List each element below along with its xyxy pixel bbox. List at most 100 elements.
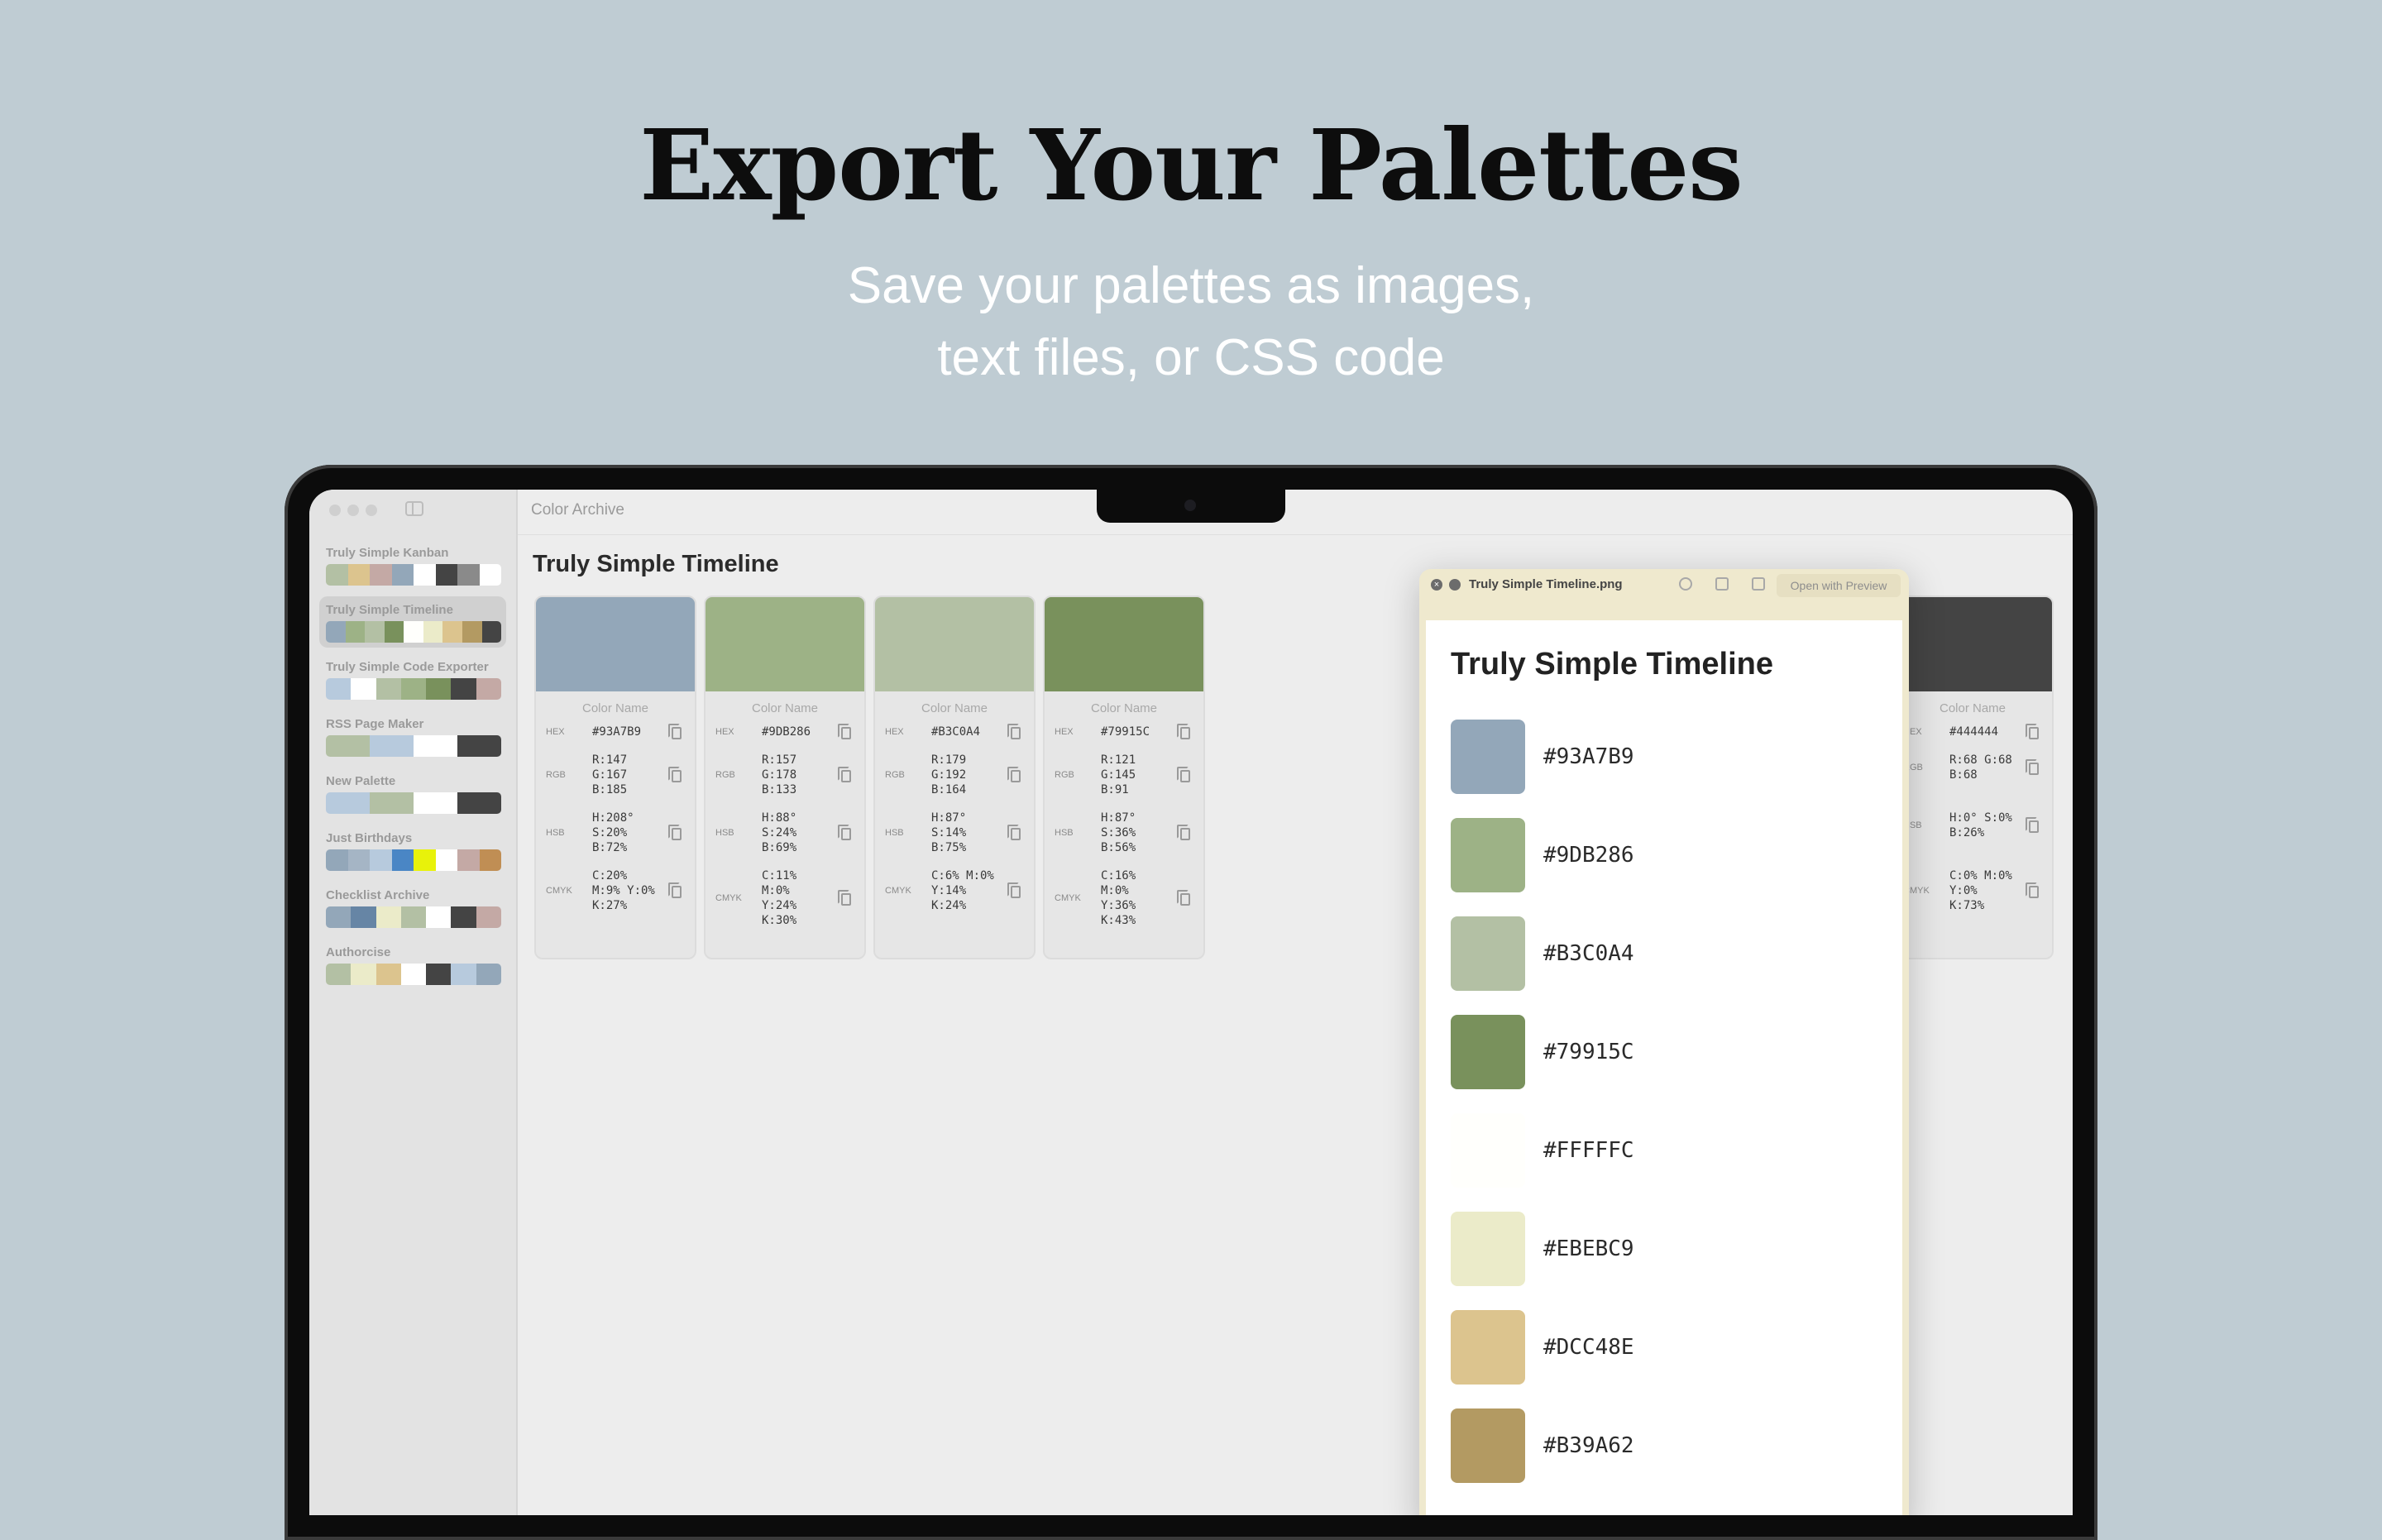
sidebar-palette-label: Authorcise [326, 945, 391, 959]
rgb-label: RGB [885, 770, 905, 780]
color-swatch[interactable] [1893, 597, 2052, 691]
copy-hsb-icon[interactable] [2026, 817, 2039, 833]
copy-rgb-icon[interactable] [838, 767, 851, 782]
color-name-field[interactable]: Color Name [1893, 701, 2052, 715]
toolbar-divider [518, 534, 2073, 535]
sidebar-palette-label: Truly Simple Kanban [326, 546, 449, 560]
copy-cmyk-icon[interactable] [668, 882, 682, 898]
sidebar-swatch [442, 621, 462, 643]
copy-hex-icon[interactable] [668, 724, 682, 739]
copy-rgb-icon[interactable] [2026, 759, 2039, 775]
rgb-value: R:179 G:192 B:164 [931, 753, 967, 796]
hsb-value: H:87° S:14% B:75% [931, 811, 967, 854]
fullscreen-icon[interactable] [1449, 579, 1461, 591]
sidebar-swatch [462, 621, 482, 643]
copy-hex-icon[interactable] [838, 724, 851, 739]
copy-cmyk-icon[interactable] [1177, 890, 1190, 906]
exported-hex-label: #B39A62 [1543, 1433, 1634, 1458]
sidebar-swatch [370, 564, 392, 586]
exported-swatch [1451, 1113, 1525, 1188]
minimize-window-button[interactable] [347, 505, 359, 516]
copy-cmyk-icon[interactable] [1007, 882, 1021, 898]
sidebar-palette-item[interactable]: Authorcise [319, 939, 506, 990]
rgb-value: R:147 G:167 B:185 [592, 753, 628, 796]
copy-hex-icon[interactable] [1177, 724, 1190, 739]
copy-cmyk-icon[interactable] [838, 890, 851, 906]
color-swatch[interactable] [1045, 597, 1203, 691]
hsb-value: H:0° S:0% B:26% [1949, 811, 2012, 839]
cmyk-label: CMYK [715, 893, 742, 903]
markup-icon[interactable] [1679, 577, 1692, 591]
sidebar-palette-item[interactable]: New Palette [319, 768, 506, 819]
close-icon[interactable]: × [1431, 579, 1442, 591]
color-swatch[interactable] [536, 597, 695, 691]
hex-label: HEX [1055, 727, 1074, 737]
hsb-label: HSB [1055, 828, 1074, 838]
copy-rgb-icon[interactable] [668, 767, 682, 782]
sidebar-swatch [414, 792, 457, 814]
sidebar-palette-swatches [326, 849, 501, 871]
color-card[interactable]: Color Name HEX #B3C0A4 RGB R:179 G:192 B:164… [873, 595, 1036, 959]
zoom-window-button[interactable] [366, 505, 377, 516]
exported-swatch-row: #FFFFFC [1451, 1113, 1881, 1188]
copy-hsb-icon[interactable] [1177, 825, 1190, 840]
copy-hsb-icon[interactable] [838, 825, 851, 840]
sidebar-palette-swatches [326, 735, 501, 757]
close-window-button[interactable] [329, 505, 341, 516]
exported-swatch [1451, 818, 1525, 892]
color-name-field[interactable]: Color Name [875, 701, 1034, 715]
share-icon[interactable] [1752, 577, 1765, 591]
rgb-label: RGB [715, 770, 735, 780]
open-with-preview-button[interactable]: Open with Preview [1777, 574, 1901, 597]
copy-hex-icon[interactable] [2026, 724, 2039, 739]
cmyk-label: CMYK [1055, 893, 1081, 903]
color-name-field[interactable]: Color Name [536, 701, 695, 715]
color-swatch[interactable] [875, 597, 1034, 691]
color-card[interactable]: Color Name HEX #444444 RGB R:68 G:68 B:68 HSB… [1892, 595, 2054, 959]
hex-label: HEX [715, 727, 734, 737]
sidebar-swatch [370, 849, 392, 871]
copy-rgb-icon[interactable] [1177, 767, 1190, 782]
rotate-icon[interactable] [1715, 577, 1729, 591]
color-name-field[interactable]: Color Name [1045, 701, 1203, 715]
sidebar-palette-item[interactable]: Just Birthdays [319, 825, 506, 876]
copy-cmyk-icon[interactable] [2026, 882, 2039, 898]
sidebar-swatch [326, 678, 352, 700]
hex-label: HEX [885, 727, 904, 737]
sidebar-swatch [326, 621, 346, 643]
sidebar-palette-item[interactable]: Truly Simple Code Exporter [319, 653, 506, 705]
sidebar-toggle-icon[interactable] [405, 501, 423, 516]
hex-label: HEX [546, 727, 565, 737]
exported-swatch [1451, 916, 1525, 991]
sidebar-swatch [375, 906, 401, 928]
color-card[interactable]: Color Name HEX #79915C RGB R:121 G:145 B:91 H… [1043, 595, 1205, 959]
sidebar-swatch [435, 564, 457, 586]
hex-value: #444444 [1949, 725, 1999, 739]
sidebar-swatch [326, 792, 370, 814]
exported-swatch-row: #B3C0A4 [1451, 916, 1881, 991]
sidebar-palette-item[interactable]: Checklist Archive [319, 882, 506, 933]
sidebar-palette-item[interactable]: Truly Simple Kanban [319, 539, 506, 591]
sidebar-swatch [451, 906, 476, 928]
sidebar-swatch [414, 564, 436, 586]
color-name-field[interactable]: Color Name [706, 701, 864, 715]
copy-hex-icon[interactable] [1007, 724, 1021, 739]
rgb-value: R:121 G:145 B:91 [1101, 753, 1136, 796]
sidebar-swatch [345, 621, 366, 643]
sidebar-swatch [451, 964, 476, 985]
color-card[interactable]: Color Name HEX #93A7B9 RGB R:147 G:167 B:185… [534, 595, 696, 959]
sidebar-swatch [384, 621, 404, 643]
exported-hex-label: #79915C [1543, 1040, 1634, 1064]
copy-hsb-icon[interactable] [1007, 825, 1021, 840]
sidebar-palette-item[interactable]: Truly Simple Timeline [319, 596, 506, 648]
app-window: Truly Simple Kanban Truly Simple Timeline… [309, 490, 2073, 1515]
exported-swatch-row: #9DB286 [1451, 818, 1881, 892]
exported-hex-label: #B3C0A4 [1543, 941, 1634, 966]
copy-rgb-icon[interactable] [1007, 767, 1021, 782]
color-card[interactable]: Color Name HEX #9DB286 RGB R:157 G:178 B:133… [704, 595, 866, 959]
sidebar-swatch [347, 564, 370, 586]
sidebar-palette-item[interactable]: RSS Page Maker [319, 710, 506, 762]
sidebar-palette-label: Checklist Archive [326, 888, 430, 902]
copy-hsb-icon[interactable] [668, 825, 682, 840]
color-swatch[interactable] [706, 597, 864, 691]
